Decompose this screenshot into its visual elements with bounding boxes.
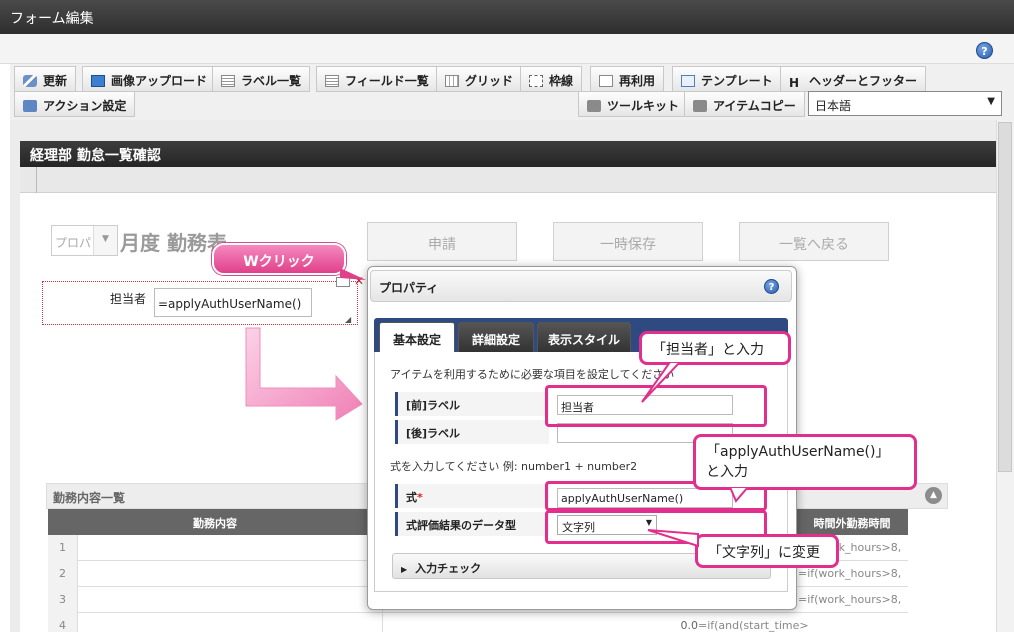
assignee-input[interactable]: =applyAuthUserName() (154, 288, 312, 317)
form-subheader (20, 167, 996, 193)
action-settings-button[interactable]: アクション設定 (14, 91, 136, 117)
header-footer-button[interactable]: H ヘッダーとフッター (780, 66, 927, 92)
year-select[interactable]: プロパ ▼ (51, 225, 118, 256)
tab-detail[interactable]: 詳細設定 (458, 322, 534, 352)
form-title: 月度 勤務表 (120, 231, 227, 255)
refresh-icon (23, 75, 37, 87)
resize-handle-icon[interactable]: ◢ (345, 315, 351, 324)
dialog-help-icon[interactable]: ? (764, 279, 779, 294)
dialog-title: プロパティ (370, 270, 792, 302)
table-row: 4 0.0 =if(and(start_time> (48, 613, 908, 632)
template-icon (681, 75, 695, 87)
chevron-down-icon: ▼ (987, 96, 995, 107)
front-label-label: [前]ラベル (395, 392, 549, 416)
item-copy-button[interactable]: アイテムコピー (684, 91, 805, 117)
datatype-label: 式評価結果のデータ型 (395, 512, 549, 536)
field-list-button[interactable]: フィールド一覧 (316, 66, 438, 92)
tab-display-style[interactable]: 表示スタイル (537, 322, 631, 352)
enter-function-callout: 「applyAuthUserName()」 と入力 (693, 434, 917, 490)
header-footer-icon: H (789, 76, 800, 90)
image-upload-button[interactable]: 画像アップロード (82, 66, 217, 92)
reuse-button[interactable]: 再利用 (590, 66, 665, 92)
callout-pointer (641, 362, 682, 403)
enter-assignee-callout: 「担当者」と入力 (639, 331, 791, 365)
chevron-down-icon: ▼ (93, 226, 117, 255)
apply-button[interactable]: 申請 (367, 222, 517, 261)
change-string-callout: 「文字列」に変更 (695, 534, 839, 568)
divider (36, 167, 37, 193)
collapse-icon[interactable]: ▲ (925, 487, 942, 504)
callout-pointer (647, 529, 699, 548)
language-select[interactable]: 日本語 ▼ (808, 91, 1002, 116)
reuse-icon (599, 75, 613, 87)
chevron-right-icon: ▶ (401, 565, 408, 574)
grid-button[interactable]: グリッド (436, 66, 523, 92)
callout-pointer (728, 487, 750, 503)
help-bar (0, 34, 1014, 64)
form-header: 経理部 勤怠一覧確認 (20, 141, 996, 167)
image-upload-icon (91, 75, 105, 87)
double-click-callout: Wクリック (212, 243, 346, 275)
toolkit-icon (587, 100, 601, 112)
scrollbar-thumb[interactable] (998, 122, 1012, 472)
template-button[interactable]: テンプレート (672, 66, 782, 92)
window-title: フォーム編集 (0, 0, 1014, 34)
refresh-button[interactable]: 更新 (14, 66, 77, 92)
column-header-overtime: 時間外勤務時間 (796, 509, 908, 535)
label-list-icon (221, 75, 235, 87)
border-icon (529, 75, 543, 87)
formula-label: 式* (395, 484, 549, 508)
action-icon (23, 100, 37, 112)
arrow-icon (245, 327, 363, 421)
temp-save-button[interactable]: 一時保存 (553, 222, 703, 261)
grid-icon (445, 75, 459, 87)
help-icon[interactable]: ? (976, 42, 993, 59)
border-button[interactable]: 枠線 (520, 66, 583, 92)
field-list-icon (325, 75, 339, 87)
assignee-label: 担当者 (110, 292, 147, 306)
toolkit-button[interactable]: ツールキット (578, 91, 689, 117)
toolbar: 更新 画像アップロード ラベル一覧 フィールド一覧 グリッド 枠線 再利用 テン… (10, 64, 1014, 120)
intro-text: アイテムを利用するために必要な項目を設定してください (390, 368, 675, 381)
back-to-list-button[interactable]: 一覧へ戻る (739, 222, 889, 261)
item-copy-icon (693, 100, 707, 112)
label-list-button[interactable]: ラベル一覧 (212, 66, 311, 92)
back-label-label: [後]ラベル (395, 420, 549, 444)
column-header-content: 勤務内容 (48, 509, 382, 535)
tab-basic[interactable]: 基本設定 (379, 322, 455, 352)
callout-pointer (340, 268, 366, 280)
formula-hint: 式を入力してください 例: number1 + number2 (390, 460, 638, 473)
